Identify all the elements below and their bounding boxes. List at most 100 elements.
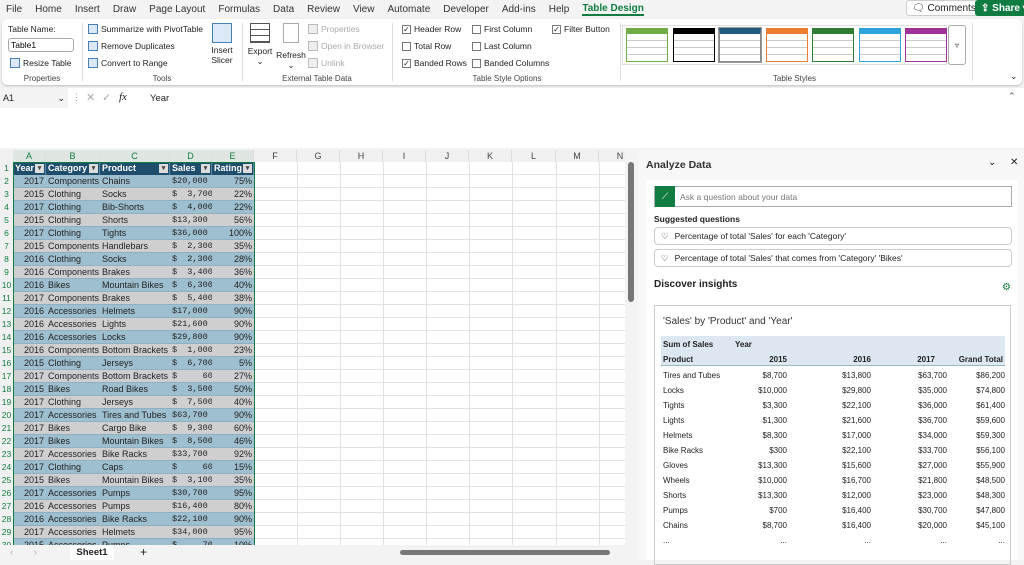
table-cell[interactable]: 2017 — [13, 526, 46, 539]
table-cell[interactable]: Mountain Bikes — [100, 474, 170, 487]
table-cell[interactable]: Clothing — [46, 357, 100, 370]
table-cell[interactable]: $ 4,000 — [170, 201, 212, 214]
table-cell[interactable]: 2016 — [13, 253, 46, 266]
table-cell[interactable]: Accessories — [46, 448, 100, 461]
last-col-checkbox[interactable]: Last Column — [472, 41, 532, 51]
properties-button[interactable]: Properties — [308, 24, 360, 34]
table-cell[interactable]: 2017 — [13, 487, 46, 500]
table-cell[interactable]: Road Bikes — [100, 383, 170, 396]
filter-dropdown-icon[interactable]: ▾ — [201, 164, 210, 173]
table-cell[interactable]: Components — [46, 370, 100, 383]
table-cell[interactable]: 35% — [212, 240, 254, 253]
table-cell[interactable]: Brakes — [100, 266, 170, 279]
table-cell[interactable]: Mountain Bikes — [100, 435, 170, 448]
table-cell[interactable]: 2016 — [13, 513, 46, 526]
table-cell[interactable]: Accessories — [46, 513, 100, 526]
row-header[interactable]: 5 — [0, 214, 13, 227]
table-cell[interactable]: Accessories — [46, 500, 100, 513]
table-cell[interactable]: 2015 — [13, 214, 46, 227]
table-cell[interactable]: $ 9,300 — [170, 422, 212, 435]
table-cell[interactable]: $29,800 — [170, 331, 212, 344]
table-cell[interactable]: $ 7,500 — [170, 396, 212, 409]
name-box[interactable]: A1 ⌄ — [0, 88, 68, 108]
table-cell[interactable]: Pumps — [100, 487, 170, 500]
table-cell[interactable]: $20,000 — [170, 175, 212, 188]
table-style-swatch[interactable] — [765, 28, 808, 62]
table-cell[interactable]: $ 6,300 — [170, 279, 212, 292]
table-header-cell[interactable]: Year ▾ — [13, 162, 46, 175]
row-header[interactable]: 6 — [0, 227, 13, 240]
table-style-swatch[interactable] — [626, 28, 668, 62]
insert-slicer-button[interactable]: Insert Slicer — [207, 23, 237, 65]
cancel-icon[interactable]: ✕ — [86, 91, 95, 104]
menu-tab-view[interactable]: View — [353, 4, 375, 15]
table-cell[interactable]: $22,100 — [170, 513, 212, 526]
column-header-F[interactable]: F — [254, 150, 297, 162]
table-cell[interactable]: 2017 — [13, 175, 46, 188]
table-cell[interactable]: Cargo Bike — [100, 422, 170, 435]
table-cell[interactable]: $34,000 — [170, 526, 212, 539]
table-cell[interactable]: Helmets — [100, 526, 170, 539]
table-cell[interactable]: 28% — [212, 253, 254, 266]
table-cell[interactable]: Clothing — [46, 461, 100, 474]
row-header[interactable]: 13 — [0, 318, 13, 331]
table-cell[interactable]: 2016 — [13, 279, 46, 292]
table-cell[interactable]: Clothing — [46, 253, 100, 266]
chevron-up-icon[interactable]: ⌃ — [1008, 91, 1016, 102]
table-cell[interactable]: 2017 — [13, 292, 46, 305]
table-cell[interactable]: Jerseys — [100, 396, 170, 409]
menu-tab-insert[interactable]: Insert — [75, 4, 100, 15]
table-cell[interactable]: 2017 — [13, 422, 46, 435]
table-cell[interactable]: $33,700 — [170, 448, 212, 461]
row-header[interactable]: 29 — [0, 526, 13, 539]
table-cell[interactable]: $ 3,700 — [170, 188, 212, 201]
table-style-swatch[interactable] — [858, 28, 901, 62]
row-header[interactable]: 3 — [0, 188, 13, 201]
table-cell[interactable]: Accessories — [46, 409, 100, 422]
table-cell[interactable]: Accessories — [46, 305, 100, 318]
table-cell[interactable]: 2016 — [13, 331, 46, 344]
table-cell[interactable]: Clothing — [46, 188, 100, 201]
comments-button[interactable]: 🗨 Comments — [906, 0, 982, 16]
column-header-G[interactable]: G — [297, 150, 340, 162]
vertical-scrollbar[interactable] — [625, 150, 637, 545]
table-cell[interactable]: $ 3,100 — [170, 474, 212, 487]
table-cell[interactable]: Bike Racks — [100, 513, 170, 526]
table-cell[interactable]: $ 8,500 — [170, 435, 212, 448]
table-cell[interactable]: Jerseys — [100, 357, 170, 370]
table-header-cell[interactable]: Rating ▾ — [212, 162, 254, 175]
table-cell[interactable]: Components — [46, 175, 100, 188]
table-cell[interactable]: $13,300 — [170, 214, 212, 227]
collapse-ribbon-icon[interactable]: ⌄ — [1010, 71, 1018, 82]
row-header[interactable]: 16 — [0, 357, 13, 370]
table-cell[interactable]: 23% — [212, 344, 254, 357]
column-header-A[interactable]: A — [13, 150, 46, 162]
enter-icon[interactable]: ✓ — [102, 91, 111, 104]
table-cell[interactable]: 56% — [212, 214, 254, 227]
table-cell[interactable]: 92% — [212, 448, 254, 461]
table-cell[interactable]: 95% — [212, 487, 254, 500]
table-cell[interactable]: 90% — [212, 513, 254, 526]
close-icon[interactable]: ✕ — [1010, 157, 1018, 168]
row-header[interactable]: 19 — [0, 396, 13, 409]
table-cell[interactable]: $ 3,400 — [170, 266, 212, 279]
menu-tab-data[interactable]: Data — [273, 4, 294, 15]
table-style-swatch[interactable] — [718, 27, 762, 63]
banded-cols-checkbox[interactable]: Banded Columns — [472, 58, 549, 68]
row-header[interactable]: 11 — [0, 292, 13, 305]
row-header[interactable]: 1 — [0, 162, 13, 175]
table-cell[interactable]: Components — [46, 266, 100, 279]
table-header-cell[interactable]: Sales ▾ — [170, 162, 212, 175]
row-header[interactable]: 9 — [0, 266, 13, 279]
column-header-B[interactable]: B — [46, 150, 100, 162]
table-cell[interactable]: Caps — [100, 461, 170, 474]
menu-tab-home[interactable]: Home — [35, 4, 62, 15]
prev-sheet-icon[interactable]: ‹ — [10, 547, 13, 557]
table-cell[interactable]: 2016 — [13, 318, 46, 331]
column-header-K[interactable]: K — [469, 150, 512, 162]
table-cell[interactable]: 100% — [212, 227, 254, 240]
row-header[interactable]: 8 — [0, 253, 13, 266]
settings-gear-icon[interactable]: ⚙ — [1002, 282, 1011, 293]
table-cell[interactable]: 27% — [212, 370, 254, 383]
table-cell[interactable]: 80% — [212, 500, 254, 513]
